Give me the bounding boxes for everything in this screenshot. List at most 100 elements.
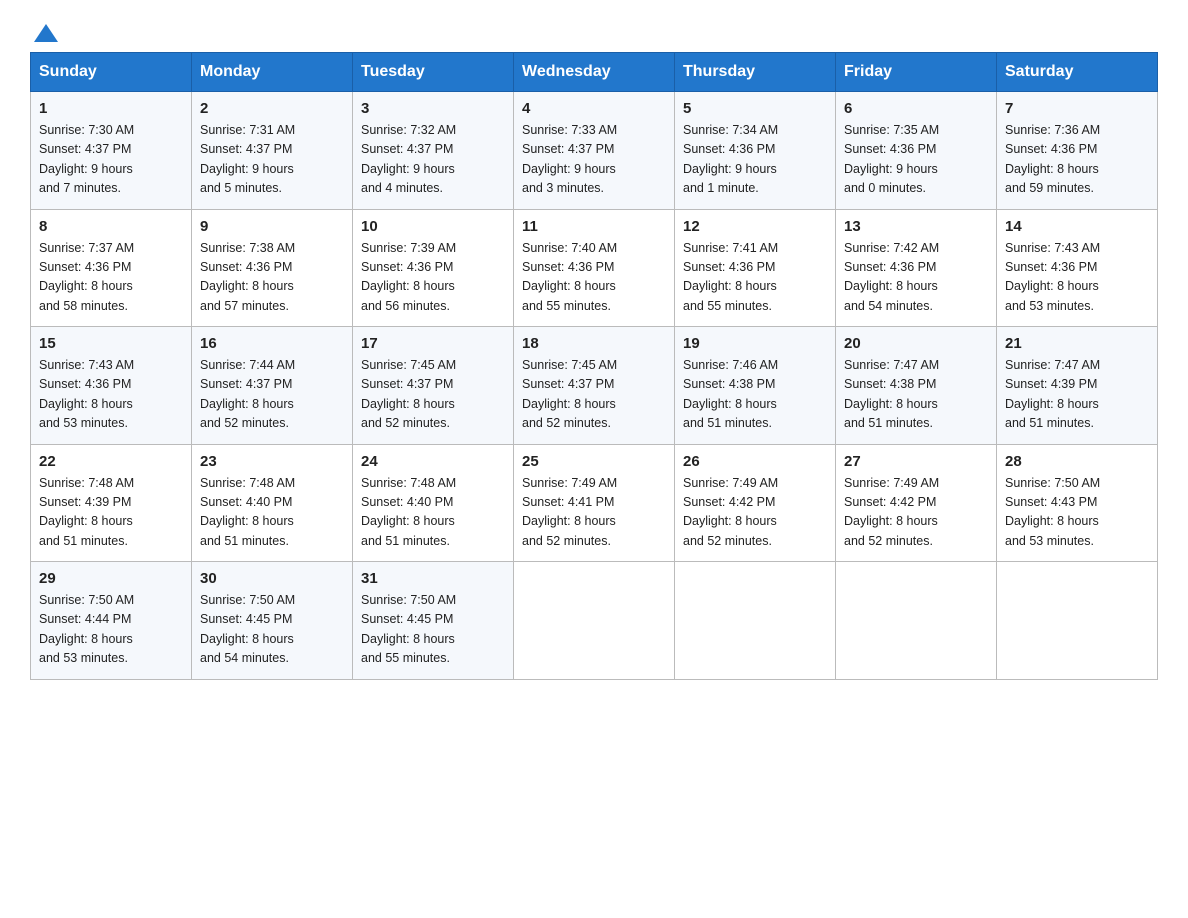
calendar-cell: 8Sunrise: 7:37 AMSunset: 4:36 PMDaylight… [31,209,192,327]
column-header-sunday: Sunday [31,53,192,92]
day-info: Sunrise: 7:38 AMSunset: 4:36 PMDaylight:… [200,239,344,317]
day-number: 9 [200,218,344,235]
day-number: 13 [844,218,988,235]
day-info: Sunrise: 7:44 AMSunset: 4:37 PMDaylight:… [200,356,344,434]
day-number: 10 [361,218,505,235]
calendar-cell: 25Sunrise: 7:49 AMSunset: 4:41 PMDayligh… [514,444,675,562]
day-number: 19 [683,335,827,352]
day-info: Sunrise: 7:46 AMSunset: 4:38 PMDaylight:… [683,356,827,434]
day-info: Sunrise: 7:36 AMSunset: 4:36 PMDaylight:… [1005,121,1149,199]
day-info: Sunrise: 7:49 AMSunset: 4:42 PMDaylight:… [844,474,988,552]
day-number: 7 [1005,100,1149,117]
calendar-cell: 18 Sunrise: 7:45 AMSunset: 4:37 PMDayligh… [514,327,675,445]
calendar-cell: 28 Sunrise: 7:50 AMSunset: 4:43 PMDayligh… [997,444,1158,562]
day-info: Sunrise: 7:34 AMSunset: 4:36 PMDaylight:… [683,121,827,199]
day-number: 4 [522,100,666,117]
day-number: 26 [683,453,827,470]
day-number: 16 [200,335,344,352]
day-info: Sunrise: 7:39 AMSunset: 4:36 PMDaylight:… [361,239,505,317]
day-number: 5 [683,100,827,117]
calendar-table: SundayMondayTuesdayWednesdayThursdayFrid… [30,52,1158,680]
calendar-cell: 24Sunrise: 7:48 AMSunset: 4:40 PMDayligh… [353,444,514,562]
calendar-week-row: 15Sunrise: 7:43 AMSunset: 4:36 PMDayligh… [31,327,1158,445]
day-number: 30 [200,570,344,587]
calendar-cell: 21Sunrise: 7:47 AMSunset: 4:39 PMDayligh… [997,327,1158,445]
calendar-cell: 1 Sunrise: 7:30 AMSunset: 4:37 PMDaylight… [31,92,192,210]
day-number: 6 [844,100,988,117]
day-number: 17 [361,335,505,352]
calendar-cell: 5 Sunrise: 7:34 AMSunset: 4:36 PMDaylight… [675,92,836,210]
day-info: Sunrise: 7:48 AMSunset: 4:40 PMDaylight:… [200,474,344,552]
day-info: Sunrise: 7:47 AMSunset: 4:38 PMDaylight:… [844,356,988,434]
day-info: Sunrise: 7:30 AMSunset: 4:37 PMDaylight:… [39,121,183,199]
calendar-cell: 26 Sunrise: 7:49 AMSunset: 4:42 PMDayligh… [675,444,836,562]
day-info: Sunrise: 7:47 AMSunset: 4:39 PMDaylight:… [1005,356,1149,434]
day-number: 15 [39,335,183,352]
calendar-cell: 13 Sunrise: 7:42 AMSunset: 4:36 PMDayligh… [836,209,997,327]
day-info: Sunrise: 7:33 AMSunset: 4:37 PMDaylight:… [522,121,666,199]
day-number: 22 [39,453,183,470]
day-info: Sunrise: 7:35 AMSunset: 4:36 PMDaylight:… [844,121,988,199]
calendar-cell: 19 Sunrise: 7:46 AMSunset: 4:38 PMDayligh… [675,327,836,445]
day-number: 28 [1005,453,1149,470]
calendar-cell: 30 Sunrise: 7:50 AMSunset: 4:45 PMDayligh… [192,562,353,680]
day-number: 1 [39,100,183,117]
column-header-friday: Friday [836,53,997,92]
day-info: Sunrise: 7:49 AMSunset: 4:41 PMDaylight:… [522,474,666,552]
column-header-wednesday: Wednesday [514,53,675,92]
day-info: Sunrise: 7:50 AMSunset: 4:45 PMDaylight:… [200,591,344,669]
calendar-header-row: SundayMondayTuesdayWednesdayThursdayFrid… [31,53,1158,92]
logo [30,20,60,42]
day-info: Sunrise: 7:50 AMSunset: 4:43 PMDaylight:… [1005,474,1149,552]
calendar-cell: 27 Sunrise: 7:49 AMSunset: 4:42 PMDayligh… [836,444,997,562]
calendar-cell: 22 Sunrise: 7:48 AMSunset: 4:39 PMDayligh… [31,444,192,562]
calendar-cell: 7 Sunrise: 7:36 AMSunset: 4:36 PMDaylight… [997,92,1158,210]
calendar-cell [836,562,997,680]
calendar-cell: 23Sunrise: 7:48 AMSunset: 4:40 PMDayligh… [192,444,353,562]
calendar-week-row: 1 Sunrise: 7:30 AMSunset: 4:37 PMDaylight… [31,92,1158,210]
column-header-monday: Monday [192,53,353,92]
calendar-cell: 6 Sunrise: 7:35 AMSunset: 4:36 PMDaylight… [836,92,997,210]
day-number: 18 [522,335,666,352]
day-number: 3 [361,100,505,117]
calendar-cell: 16 Sunrise: 7:44 AMSunset: 4:37 PMDayligh… [192,327,353,445]
day-number: 14 [1005,218,1149,235]
calendar-cell: 17Sunrise: 7:45 AMSunset: 4:37 PMDayligh… [353,327,514,445]
calendar-cell: 14Sunrise: 7:43 AMSunset: 4:36 PMDayligh… [997,209,1158,327]
calendar-cell: 10 Sunrise: 7:39 AMSunset: 4:36 PMDayligh… [353,209,514,327]
calendar-cell: 2 Sunrise: 7:31 AMSunset: 4:37 PMDaylight… [192,92,353,210]
calendar-cell [997,562,1158,680]
calendar-cell [514,562,675,680]
column-header-thursday: Thursday [675,53,836,92]
calendar-cell: 4 Sunrise: 7:33 AMSunset: 4:37 PMDaylight… [514,92,675,210]
day-info: Sunrise: 7:45 AMSunset: 4:37 PMDaylight:… [522,356,666,434]
day-info: Sunrise: 7:31 AMSunset: 4:37 PMDaylight:… [200,121,344,199]
day-info: Sunrise: 7:50 AMSunset: 4:45 PMDaylight:… [361,591,505,669]
day-info: Sunrise: 7:48 AMSunset: 4:40 PMDaylight:… [361,474,505,552]
day-number: 31 [361,570,505,587]
column-header-saturday: Saturday [997,53,1158,92]
calendar-week-row: 29Sunrise: 7:50 AMSunset: 4:44 PMDayligh… [31,562,1158,680]
day-info: Sunrise: 7:41 AMSunset: 4:36 PMDaylight:… [683,239,827,317]
day-number: 12 [683,218,827,235]
calendar-cell: 20 Sunrise: 7:47 AMSunset: 4:38 PMDayligh… [836,327,997,445]
calendar-cell: 3 Sunrise: 7:32 AMSunset: 4:37 PMDaylight… [353,92,514,210]
calendar-cell: 9 Sunrise: 7:38 AMSunset: 4:36 PMDaylight… [192,209,353,327]
calendar-cell [675,562,836,680]
day-info: Sunrise: 7:48 AMSunset: 4:39 PMDaylight:… [39,474,183,552]
calendar-cell: 11Sunrise: 7:40 AMSunset: 4:36 PMDayligh… [514,209,675,327]
calendar-week-row: 8Sunrise: 7:37 AMSunset: 4:36 PMDaylight… [31,209,1158,327]
day-info: Sunrise: 7:32 AMSunset: 4:37 PMDaylight:… [361,121,505,199]
day-info: Sunrise: 7:42 AMSunset: 4:36 PMDaylight:… [844,239,988,317]
day-number: 20 [844,335,988,352]
page-header [30,20,1158,42]
day-info: Sunrise: 7:49 AMSunset: 4:42 PMDaylight:… [683,474,827,552]
day-number: 2 [200,100,344,117]
day-info: Sunrise: 7:50 AMSunset: 4:44 PMDaylight:… [39,591,183,669]
calendar-cell: 31 Sunrise: 7:50 AMSunset: 4:45 PMDayligh… [353,562,514,680]
day-number: 8 [39,218,183,235]
day-number: 27 [844,453,988,470]
calendar-week-row: 22 Sunrise: 7:48 AMSunset: 4:39 PMDayligh… [31,444,1158,562]
logo-icon [32,20,60,48]
day-number: 11 [522,218,666,235]
